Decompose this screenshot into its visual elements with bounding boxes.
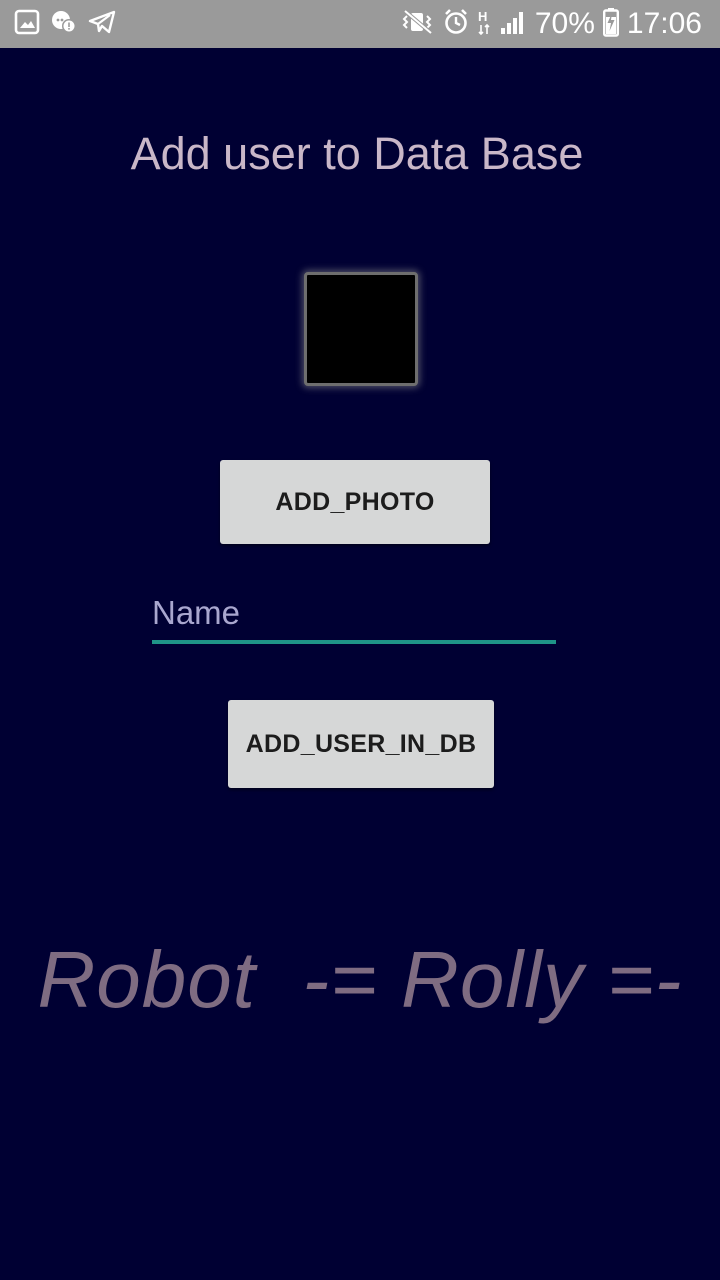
status-bar-notifications [14, 0, 116, 48]
name-input[interactable] [152, 584, 556, 642]
add-user-in-db-button[interactable]: ADD_USER_IN_DB [228, 700, 494, 788]
brand-text: Robot -= Rolly =- [37, 935, 683, 1024]
signal-icon [499, 8, 527, 40]
status-bar: H 70% 17:06 [0, 0, 720, 48]
network-type-icon: H [477, 8, 491, 40]
add-photo-button[interactable]: ADD_PHOTO [220, 460, 490, 544]
status-bar-system: H 70% 17:06 [399, 0, 702, 48]
alarm-icon [443, 8, 469, 40]
svg-text:H: H [478, 9, 487, 24]
name-input-underline [152, 640, 556, 644]
clock: 17:06 [626, 7, 702, 40]
chat-icon [50, 9, 78, 39]
gallery-icon [14, 9, 40, 39]
battery-icon [602, 7, 619, 41]
page-title: Add user to Data Base [130, 128, 584, 179]
vibrate-icon [399, 8, 435, 40]
telegram-icon [88, 9, 116, 39]
photo-preview [304, 272, 418, 386]
name-field[interactable] [152, 584, 556, 646]
battery-percent: 70% [534, 7, 595, 40]
